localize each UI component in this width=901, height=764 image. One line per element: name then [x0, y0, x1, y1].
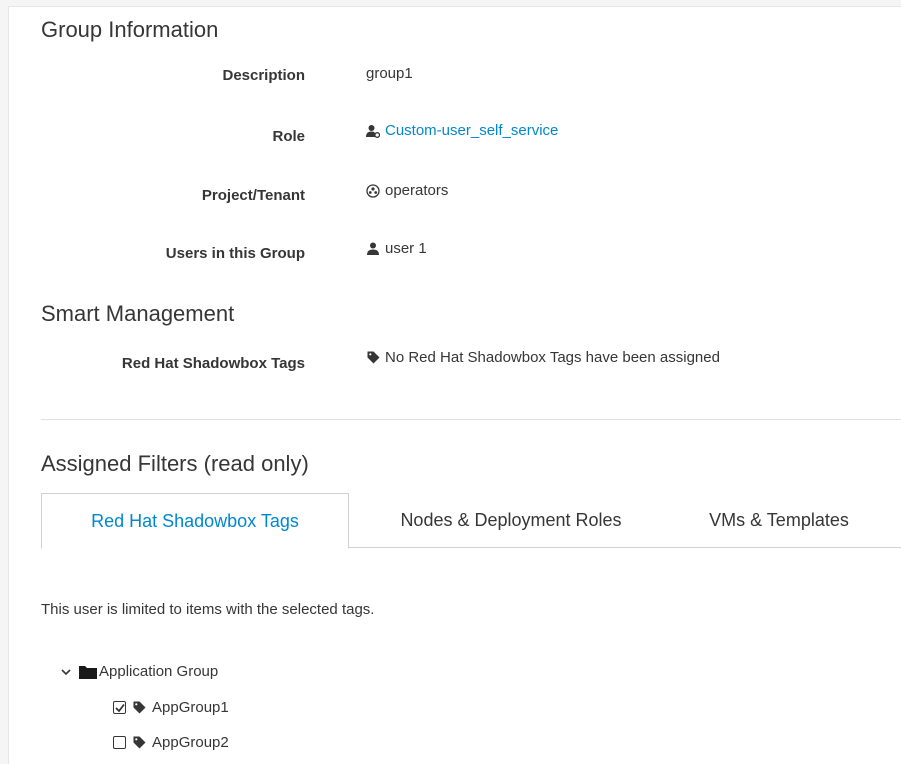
appgroup1-label: AppGroup1 — [152, 699, 229, 716]
role-label: Role — [272, 128, 305, 145]
filter-tabs: Red Hat Shadowbox Tags Nodes & Deploymen… — [41, 493, 901, 549]
tree-item: AppGroup2 — [113, 734, 229, 751]
tenant-icon — [366, 183, 380, 198]
role-value[interactable]: Custom-user_self_service — [366, 122, 558, 139]
appgroup2-label: AppGroup2 — [152, 734, 229, 751]
section-divider — [41, 419, 901, 420]
tag-icon — [132, 701, 146, 715]
user-icon — [366, 242, 380, 256]
tag-icon — [366, 351, 380, 365]
tab-vms-templates[interactable]: VMs & Templates — [671, 493, 887, 548]
role-link[interactable]: Custom-user_self_service — [385, 122, 558, 139]
tree-item: AppGroup1 — [113, 699, 229, 716]
chevron-down-icon[interactable] — [59, 665, 73, 679]
users-value: user 1 — [366, 240, 427, 257]
shadowbox-tags-value: No Red Hat Shadowbox Tags have been assi… — [366, 349, 720, 366]
shadowbox-tags-label: Red Hat Shadowbox Tags — [121, 355, 305, 372]
description-value: group1 — [366, 65, 413, 82]
tab-shadowbox-tags[interactable]: Red Hat Shadowbox Tags — [41, 493, 349, 549]
group-detail-panel: Group Information Description group1 Rol… — [8, 6, 901, 764]
tab-nodes-deployment-roles[interactable]: Nodes & Deployment Roles — [361, 493, 661, 548]
description-text: group1 — [366, 65, 413, 82]
tag-icon — [132, 736, 146, 750]
tree-root: Application Group — [59, 663, 218, 680]
tenant-text: operators — [385, 182, 449, 199]
group-information-heading: Group Information — [41, 17, 219, 42]
users-text: user 1 — [385, 240, 427, 257]
description-label: Description — [222, 67, 305, 84]
user-role-icon — [366, 124, 380, 138]
appgroup1-checkbox[interactable] — [113, 701, 126, 714]
smart-management-heading: Smart Management — [41, 301, 235, 326]
filter-note: This user is limited to items with the s… — [41, 601, 375, 618]
assigned-filters-heading: Assigned Filters (read only) — [41, 451, 309, 476]
users-label: Users in this Group — [165, 245, 305, 262]
folder-icon — [79, 665, 97, 679]
shadowbox-tags-text: No Red Hat Shadowbox Tags have been assi… — [385, 349, 720, 366]
project-tenant-label: Project/Tenant — [201, 187, 305, 204]
tree-root-label: Application Group — [99, 663, 219, 680]
appgroup2-checkbox[interactable] — [113, 736, 126, 749]
project-tenant-value: operators — [366, 182, 448, 199]
